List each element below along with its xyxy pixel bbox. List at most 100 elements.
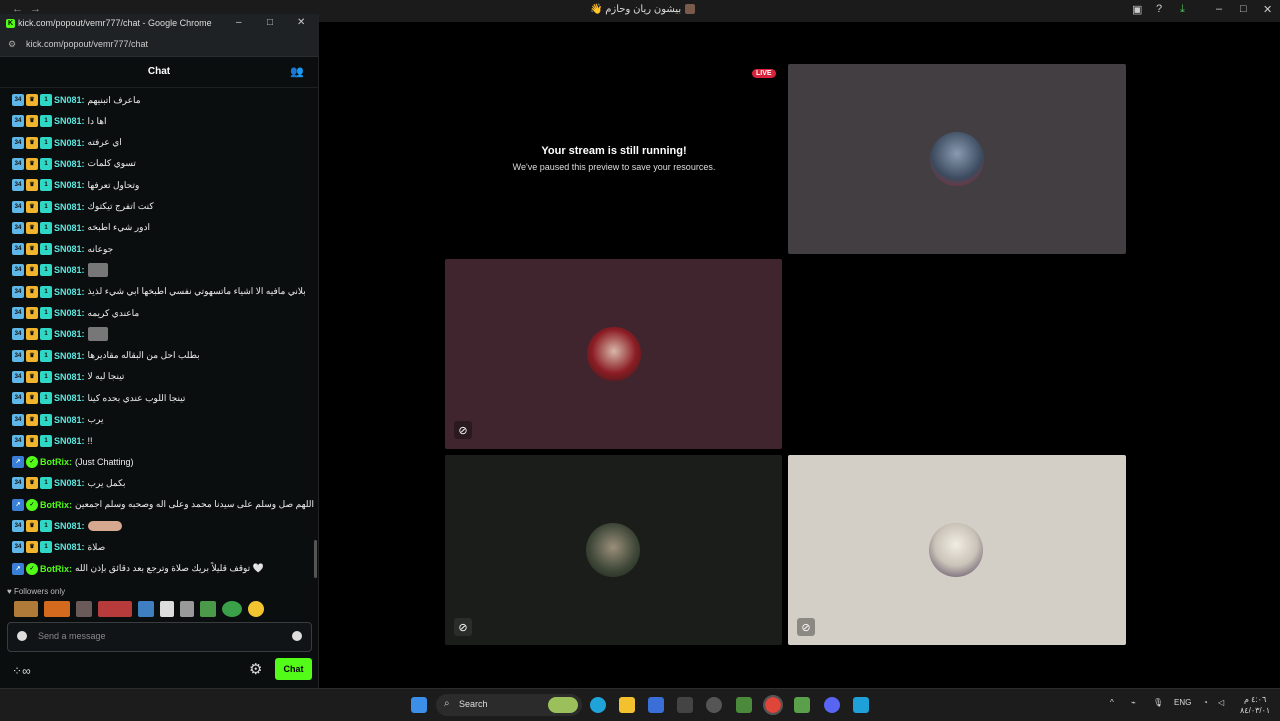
chat-message[interactable]: ↗ ✓ BotRix: توقف قليلاً بريك صلاة وترجع بعد… bbox=[12, 561, 264, 577]
discord-icon[interactable] bbox=[824, 697, 840, 713]
language-indicator[interactable]: ENG bbox=[1174, 698, 1191, 707]
chat-message[interactable]: 34 ♛ 1 SN081:!! bbox=[12, 433, 93, 449]
username[interactable]: SN081: bbox=[54, 329, 85, 339]
chat-message[interactable]: 34 ♛ 1 SN081: صلاة bbox=[12, 539, 105, 555]
username[interactable]: SN081: bbox=[54, 138, 85, 148]
chat-message[interactable]: 34 ♛ 1 SN081: بطلب احل من البقاله مقاديرها bbox=[12, 348, 200, 364]
taskbar-search[interactable]: ⌕ Search bbox=[436, 694, 582, 716]
maximize-icon[interactable]: □ bbox=[267, 17, 273, 28]
app-icon[interactable] bbox=[794, 697, 810, 713]
gear-icon[interactable]: ⚙ bbox=[249, 660, 262, 678]
username[interactable]: SN081: bbox=[54, 116, 85, 126]
message-input[interactable]: Send a message bbox=[7, 622, 312, 652]
chat-message[interactable]: 34 ♛ 1 SN081: اها دا bbox=[12, 113, 107, 129]
layout-icon[interactable]: ▣ bbox=[1132, 3, 1142, 16]
windows-start-icon[interactable] bbox=[411, 697, 427, 713]
gift-badge-icon: 1 bbox=[40, 328, 52, 341]
username[interactable]: SN081: bbox=[54, 478, 85, 488]
chat-message[interactable]: 34 ♛ 1 SN081: بلاني مافيه الا اشياء ماتسهوتي… bbox=[12, 284, 306, 300]
chat-message[interactable]: ↗ ✓ BotRix: (Just Chatting) bbox=[12, 454, 134, 470]
emote[interactable] bbox=[222, 601, 242, 617]
username[interactable]: SN081: bbox=[54, 223, 85, 233]
clock[interactable]: ٤:٠٦ م ٨٤/٠٣/٠١ bbox=[1240, 694, 1270, 716]
chat-message[interactable]: 34 ♛ 1 SN081: تسوي كلمات bbox=[12, 156, 136, 172]
wifi-icon[interactable]: ◔ bbox=[1203, 698, 1208, 707]
username[interactable]: SN081: bbox=[54, 202, 85, 212]
message-type-icon[interactable] bbox=[17, 631, 27, 641]
emote[interactable] bbox=[160, 601, 174, 617]
user-list-icon[interactable]: 👥 bbox=[290, 65, 304, 78]
username[interactable]: BotRix: bbox=[40, 457, 72, 467]
emote[interactable] bbox=[200, 601, 216, 617]
username[interactable]: SN081: bbox=[54, 308, 85, 318]
username[interactable]: SN081: bbox=[54, 521, 85, 531]
chat-scrollbar[interactable] bbox=[314, 540, 317, 578]
username[interactable]: SN081: bbox=[54, 265, 85, 275]
chat-message[interactable]: 34 ♛ 1 SN081: bbox=[12, 262, 108, 278]
username[interactable]: SN081: bbox=[54, 415, 85, 425]
username[interactable]: SN081: bbox=[54, 95, 85, 105]
help-icon[interactable]: ? bbox=[1156, 3, 1162, 15]
username[interactable]: SN081: bbox=[54, 372, 85, 382]
emote[interactable] bbox=[248, 601, 264, 617]
chat-message[interactable]: ↗ ✓ BotRix: اللهم صل وسلم على سيدنا محمد وع… bbox=[12, 497, 314, 513]
emoji-picker-icon[interactable] bbox=[292, 631, 302, 641]
close-icon[interactable]: ✕ bbox=[297, 17, 305, 28]
username[interactable]: SN081: bbox=[54, 244, 85, 254]
close-icon[interactable]: ✕ bbox=[1263, 3, 1272, 16]
channel-points[interactable]: ⁘∞ bbox=[12, 664, 31, 678]
app-icon[interactable] bbox=[706, 697, 722, 713]
mic-icon[interactable]: 🎙 bbox=[1153, 698, 1163, 707]
chat-message[interactable]: 34 ♛ 1 SN081: ماعندي كريمه bbox=[12, 305, 139, 321]
minimize-icon[interactable]: – bbox=[1216, 3, 1222, 15]
network-icon[interactable]: ⌁ bbox=[1131, 698, 1136, 707]
participant-tile-2[interactable]: ⊘ bbox=[445, 259, 782, 449]
emote[interactable] bbox=[14, 601, 38, 617]
chat-message[interactable]: 34 ♛ 1 SN081: كنت اتفرج تيكتوك bbox=[12, 199, 154, 215]
app-icon[interactable] bbox=[853, 697, 869, 713]
subscriber-badge-icon: 34 bbox=[12, 285, 24, 298]
username[interactable]: SN081: bbox=[54, 393, 85, 403]
download-icon[interactable]: ⤓ bbox=[1180, 3, 1185, 16]
emote[interactable] bbox=[98, 601, 132, 617]
site-settings-icon[interactable]: ⚙ bbox=[8, 39, 16, 50]
chat-message[interactable]: 34 ♛ 1 SN081: ادور شيء اطبخه bbox=[12, 220, 150, 236]
chat-message[interactable]: 34 ♛ 1 SN081: bbox=[12, 518, 122, 534]
chat-message[interactable]: 34 ♛ 1 SN081: اي عرفته bbox=[12, 135, 122, 151]
chat-message[interactable]: 34 ♛ 1 SN081: تينجا ليه لا bbox=[12, 369, 124, 385]
edge-icon[interactable] bbox=[590, 697, 606, 713]
username[interactable]: SN081: bbox=[54, 542, 85, 552]
emote[interactable] bbox=[44, 601, 70, 617]
username[interactable]: SN081: bbox=[54, 180, 85, 190]
chat-message[interactable]: 34 ♛ 1 SN081: يرب bbox=[12, 412, 103, 428]
chat-message[interactable]: 34 ♛ 1 SN081: bbox=[12, 326, 108, 342]
username[interactable]: BotRix: bbox=[40, 500, 72, 510]
file-explorer-icon[interactable] bbox=[619, 697, 635, 713]
username[interactable]: BotRix: bbox=[40, 564, 72, 574]
emote[interactable] bbox=[138, 601, 154, 617]
participant-tile-3[interactable]: ⊘ bbox=[445, 455, 782, 645]
tray-chevron-icon[interactable]: ^ bbox=[1110, 698, 1114, 707]
participant-tile-1[interactable] bbox=[788, 64, 1126, 254]
chrome-icon[interactable] bbox=[763, 695, 783, 715]
chat-message[interactable]: 34 ♛ 1 SN081: جوعانه bbox=[12, 241, 113, 257]
chat-message[interactable]: 34 ♛ 1 SN081: ماعرف اتبنيهم bbox=[12, 92, 141, 108]
chat-send-button[interactable]: Chat bbox=[275, 658, 312, 680]
chat-message[interactable]: 34 ♛ 1 SN081: وتحاول تعرفها bbox=[12, 177, 139, 193]
minimize-icon[interactable]: – bbox=[236, 17, 242, 28]
chat-message[interactable]: 34 ♛ 1 SN081: بكمل يرب bbox=[12, 475, 125, 491]
maximize-icon[interactable]: □ bbox=[1240, 3, 1247, 15]
app-icon[interactable] bbox=[736, 697, 752, 713]
chat-message[interactable]: 34 ♛ 1 SN081: تينجا اللوب عندي بحده كينا bbox=[12, 390, 185, 406]
username[interactable]: SN081: bbox=[54, 436, 85, 446]
username[interactable]: SN081: bbox=[54, 351, 85, 361]
emote[interactable] bbox=[76, 601, 92, 617]
emote[interactable] bbox=[180, 601, 194, 617]
store-icon[interactable] bbox=[648, 697, 664, 713]
username[interactable]: SN081: bbox=[54, 287, 85, 297]
address-bar[interactable]: ⚙ kick.com/popout/vemr777/chat bbox=[0, 34, 318, 57]
app-icon[interactable] bbox=[677, 697, 693, 713]
volume-icon[interactable]: ◁ bbox=[1218, 698, 1224, 707]
username[interactable]: SN081: bbox=[54, 159, 85, 169]
participant-tile-4[interactable]: ⊘ bbox=[788, 455, 1126, 645]
